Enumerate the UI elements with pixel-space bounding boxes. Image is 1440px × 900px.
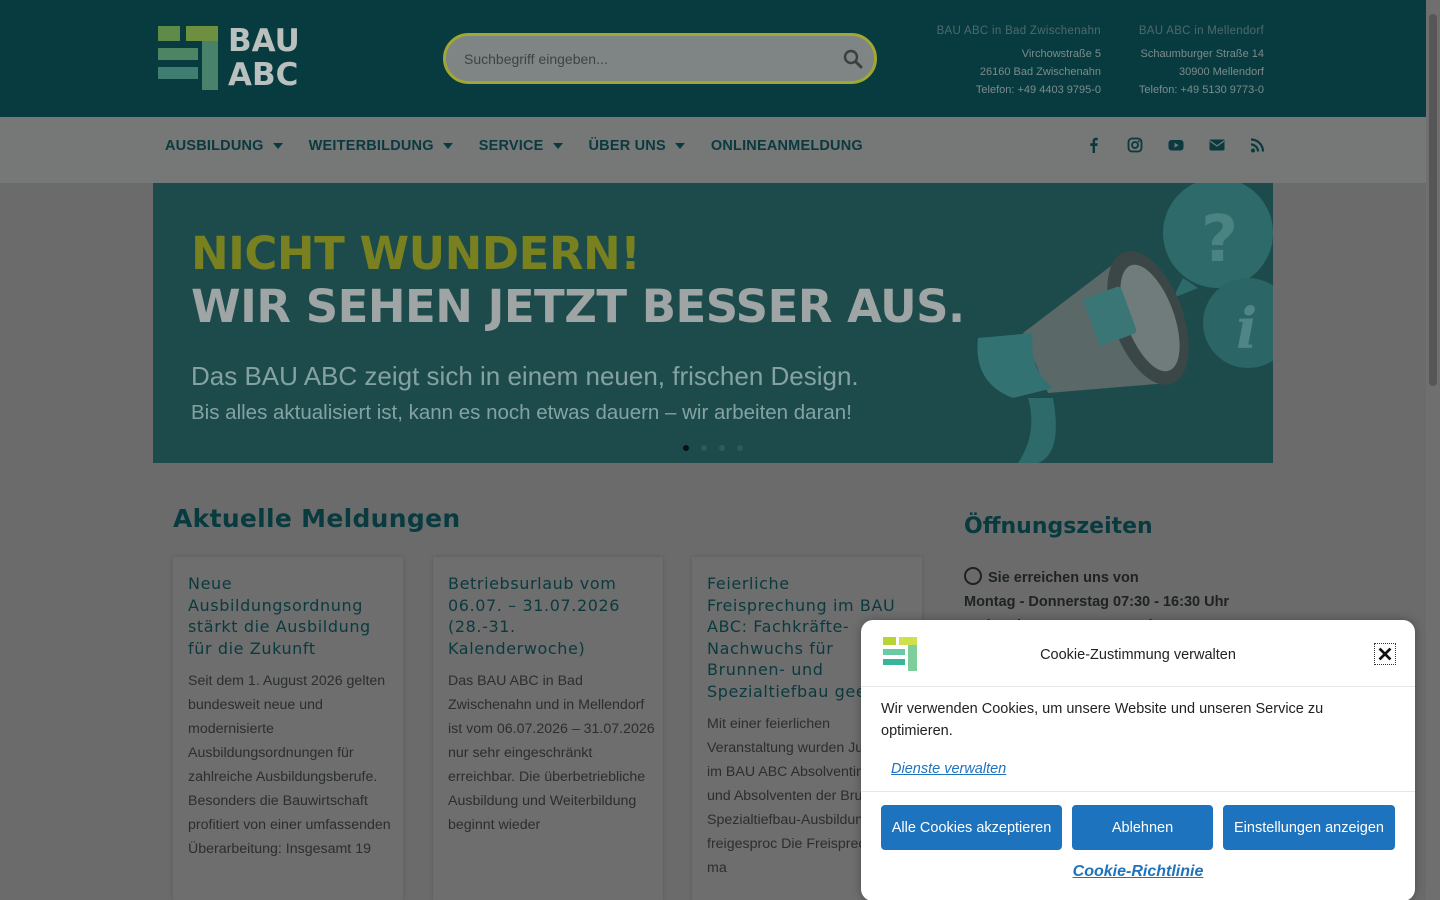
youtube-icon[interactable] [1168,136,1184,154]
cookie-consent-dialog: Cookie-Zustimmung verwalten Wir verwende… [861,620,1415,900]
hero-headline: NICHT WUNDERN! WIR SEHEN JETZT BESSER AU… [191,227,965,333]
site-header: BAU ABC BAU ABC in Bad Zwischenahn Virch… [0,0,1426,117]
news-card-title[interactable]: Betriebsurlaub vom 06.07. – 31.07.2026 (… [448,573,653,659]
divider [861,686,1415,687]
manage-services-link[interactable]: Dienste verwalten [891,761,1006,777]
hero-slider[interactable]: NICHT WUNDERN! WIR SEHEN JETZT BESSER AU… [153,183,1273,463]
search-box [443,33,877,84]
main-navigation: AUSBILDUNG WEITERBILDUNG SERVICE ÜBER UN… [165,138,889,154]
phone-link[interactable]: Telefon: +49 4403 9795-0 [900,81,1101,99]
address-mellendorf: BAU ABC in Mellendorf Schaumburger Straß… [1110,22,1264,99]
news-card[interactable]: Betriebsurlaub vom 06.07. – 31.07.2026 (… [433,557,663,900]
hero-subline: Das BAU ABC zeigt sich in einem neuen, f… [191,361,859,391]
logo-text: BAU ABC [228,23,300,93]
nav-item-ueber-uns[interactable]: ÜBER UNS [589,138,685,154]
nav-item-weiterbildung[interactable]: WEITERBILDUNG [309,138,453,154]
close-icon[interactable] [1374,643,1396,665]
page-scrollbar[interactable] [1426,0,1440,900]
svg-text:i: i [1236,296,1257,362]
clock-icon [964,567,982,585]
facebook-icon[interactable] [1086,136,1102,154]
nav-item-onlineanmeldung[interactable]: ONLINEANMELDUNG [711,138,863,154]
slider-dot[interactable] [683,445,689,451]
caret-down-icon [442,143,453,149]
nav-item-ausbildung[interactable]: AUSBILDUNG [165,138,283,154]
slider-dots [683,445,755,451]
search-input[interactable] [464,48,824,70]
megaphone-illustration: ? i [977,183,1273,463]
cookie-policy-link[interactable]: Cookie-Richtlinie [861,863,1415,881]
rss-icon[interactable] [1250,136,1266,154]
search-icon[interactable] [842,48,864,70]
news-card-title[interactable]: Neue Ausbildungsordnung stärkt die Ausbi… [188,573,393,659]
slider-dot[interactable] [719,445,725,451]
cookie-dialog-title: Cookie-Zustimmung verwalten [1040,647,1236,663]
news-section-title: Aktuelle Meldungen [173,504,461,533]
news-card[interactable]: Neue Ausbildungsordnung stärkt die Ausbi… [173,557,403,900]
logo-mark-icon [158,26,218,90]
slider-dot[interactable] [737,445,743,451]
slider-dot[interactable] [701,445,707,451]
phone-link[interactable]: Telefon: +49 5130 9773-0 [1110,81,1264,99]
news-card-excerpt: Seit dem 1. August 2026 gelten bundeswei… [188,673,391,857]
caret-down-icon [272,143,283,149]
hero-subline-small: Bis alles aktualisiert ist, kann es noch… [191,401,852,424]
accept-all-cookies-button[interactable]: Alle Cookies akzeptieren [881,805,1062,850]
cookie-dialog-text: Wir verwenden Cookies, um unsere Website… [881,701,1324,739]
nav-item-service[interactable]: SERVICE [479,138,563,154]
instagram-icon[interactable] [1127,136,1143,154]
opening-hours-title: Öffnungszeiten [964,514,1153,539]
social-links [1086,136,1291,154]
svg-text:?: ? [1201,203,1238,277]
caret-down-icon [674,143,685,149]
show-settings-button[interactable]: Einstellungen anzeigen [1223,805,1395,850]
caret-down-icon [552,143,563,149]
mail-icon[interactable] [1209,136,1225,154]
divider [861,791,1415,792]
scrollbar-thumb[interactable] [1429,14,1437,386]
address-bad-zwischenahn: BAU ABC in Bad Zwischenahn Virchowstraße… [900,22,1101,99]
deny-cookies-button[interactable]: Ablehnen [1072,805,1213,850]
news-card-excerpt: Das BAU ABC in Bad Zwischenahn und in Me… [448,673,655,833]
bau-abc-logo[interactable]: BAU ABC [158,23,300,93]
